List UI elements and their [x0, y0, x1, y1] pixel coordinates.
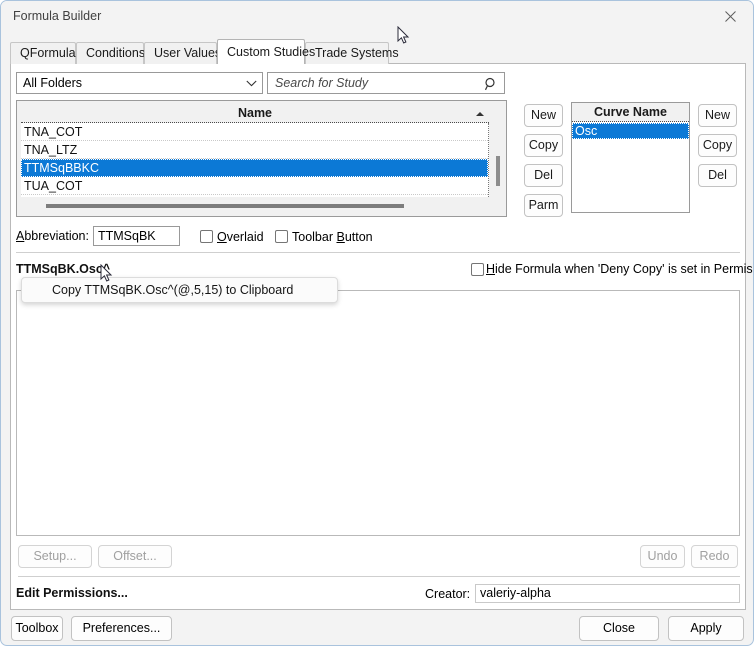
curve-copy-button[interactable]: Copy: [698, 134, 737, 157]
curve-list-item-selected[interactable]: Osc: [572, 123, 689, 139]
scrollbar-thumb[interactable]: [46, 204, 404, 208]
button-label: Close: [603, 621, 635, 635]
tab-custom-studies[interactable]: Custom Studies: [217, 39, 315, 64]
tab-conditions[interactable]: Conditions: [76, 42, 146, 64]
study-copy-button[interactable]: Copy: [524, 134, 563, 157]
section-divider: [16, 252, 740, 253]
toolbar-button-label: Toolbar Button: [292, 230, 373, 244]
list-item-label: TUA_COT: [24, 179, 83, 193]
column-header-name: Name: [237, 106, 273, 120]
undo-button[interactable]: Undo: [640, 545, 685, 568]
folder-filter-value: All Folders: [23, 76, 83, 90]
list-item[interactable]: TNA_LTZ: [21, 141, 488, 159]
button-label: Apply: [690, 621, 722, 635]
button-label: Redo: [699, 549, 730, 563]
column-header-curve-name: Curve Name: [572, 103, 689, 122]
study-list-horizontal-scrollbar[interactable]: [21, 199, 503, 213]
copy-to-clipboard-tooltip: Copy TTMSqBK.Osc^(@,5,15) to Clipboard: [21, 277, 338, 303]
abbreviation-value: TTMSqBK: [98, 229, 156, 243]
list-item-label: TTMSqBBKC: [24, 161, 100, 175]
overlaid-label-rest: verlaid: [226, 230, 264, 244]
abbreviation-label: Abbreviation:: [16, 229, 89, 243]
folder-filter-dropdown[interactable]: All Folders: [16, 72, 263, 94]
preferences-button[interactable]: Preferences...: [71, 616, 172, 641]
button-label: Copy: [528, 138, 559, 152]
search-placeholder: Search for Study: [275, 76, 369, 90]
creator-value: valeriy-alpha: [480, 586, 551, 600]
button-label: Del: [708, 168, 727, 182]
setup-button[interactable]: Setup...: [18, 545, 92, 568]
button-label: Del: [534, 168, 553, 182]
list-item[interactable]: TUA_COT: [21, 177, 488, 195]
button-label: Setup...: [33, 549, 77, 563]
toolbar-button-label-a: Toolbar: [292, 230, 337, 244]
button-label: Toolbox: [15, 621, 59, 635]
tab-label: Custom Studies: [227, 45, 316, 59]
chevron-down-icon: [246, 80, 257, 87]
formula-builder-window: Formula Builder QFormulas Conditions Use…: [0, 0, 754, 646]
abbreviation-label-rest: bbreviation:: [24, 229, 89, 243]
abbreviation-field[interactable]: TTMSqBK: [93, 226, 180, 246]
study-new-button[interactable]: New: [524, 104, 563, 127]
window-title: Formula Builder: [13, 9, 102, 23]
formula-editor[interactable]: [16, 290, 740, 536]
button-label: Offset...: [113, 549, 157, 563]
tab-trade-systems[interactable]: Trade Systems: [305, 42, 399, 64]
creator-field[interactable]: valeriy-alpha: [475, 584, 740, 603]
hide-formula-label: Hide Formula when 'Deny Copy' is set in …: [486, 262, 754, 276]
mouse-cursor-titlebar: [397, 25, 410, 48]
overlaid-label: Overlaid: [217, 230, 264, 244]
button-label: New: [704, 108, 730, 122]
overlaid-checkbox[interactable]: [200, 230, 213, 243]
study-list[interactable]: Name TNA_COT TNA_LTZ TTMSqBBKC TUA_COT: [16, 100, 507, 217]
list-item-label: TNA_LTZ: [24, 143, 78, 157]
tab-strip: QFormulas Conditions User Values Custom …: [10, 39, 746, 65]
edit-permissions-link[interactable]: Edit Permissions...: [16, 586, 128, 600]
mouse-cursor-formula: [100, 263, 113, 286]
study-list-header[interactable]: Name: [21, 104, 489, 123]
button-label: Copy: [702, 138, 733, 152]
button-label: Preferences...: [82, 621, 161, 635]
toolbar-button-checkbox[interactable]: [275, 230, 288, 243]
title-bar: Formula Builder: [1, 1, 753, 32]
tab-label: Trade Systems: [315, 46, 399, 60]
scrollbar-thumb[interactable]: [496, 156, 500, 186]
study-list-body: TNA_COT TNA_LTZ TTMSqBBKC TUA_COT: [21, 123, 489, 197]
study-list-vertical-scrollbar[interactable]: [491, 124, 504, 197]
tab-user-values[interactable]: User Values: [144, 42, 221, 64]
close-icon[interactable]: [707, 1, 753, 32]
study-del-button[interactable]: Del: [524, 164, 563, 187]
tab-label: Conditions: [86, 46, 146, 60]
search-input[interactable]: Search for Study: [267, 72, 505, 94]
toolbox-button[interactable]: Toolbox: [11, 616, 63, 641]
curve-del-button[interactable]: Del: [698, 164, 737, 187]
creator-label: Creator:: [425, 587, 471, 601]
curve-list-item-label: Osc: [575, 124, 598, 138]
list-item-selected[interactable]: TTMSqBBKC: [21, 159, 488, 177]
sort-ascending-icon: [476, 112, 484, 116]
toolbar-button-label-b: utton: [344, 230, 373, 244]
list-item-label: TNA_COT: [24, 125, 83, 139]
button-label: New: [530, 108, 556, 122]
offset-button[interactable]: Offset...: [98, 545, 172, 568]
button-label: Parm: [528, 198, 559, 212]
close-button[interactable]: Close: [579, 616, 659, 641]
curve-list[interactable]: Curve Name Osc: [571, 102, 690, 213]
tab-label: User Values: [154, 46, 222, 60]
apply-button[interactable]: Apply: [668, 616, 744, 641]
curve-new-button[interactable]: New: [698, 104, 737, 127]
hide-formula-checkbox[interactable]: [471, 263, 484, 276]
list-item[interactable]: TNA_COT: [21, 123, 488, 141]
study-parm-button[interactable]: Parm: [524, 194, 563, 217]
search-icon: [484, 77, 498, 91]
active-tab-seam: [218, 63, 304, 65]
hide-formula-label-rest: ide Formula when 'Deny Copy' is set in P…: [495, 262, 754, 276]
tab-qformulas[interactable]: QFormulas: [10, 42, 82, 64]
button-label: Undo: [647, 549, 678, 563]
redo-button[interactable]: Redo: [691, 545, 738, 568]
tab-label: QFormulas: [20, 46, 82, 60]
formula-name: TTMSqBK.Osc^: [16, 262, 111, 276]
footer-divider: [18, 576, 740, 577]
